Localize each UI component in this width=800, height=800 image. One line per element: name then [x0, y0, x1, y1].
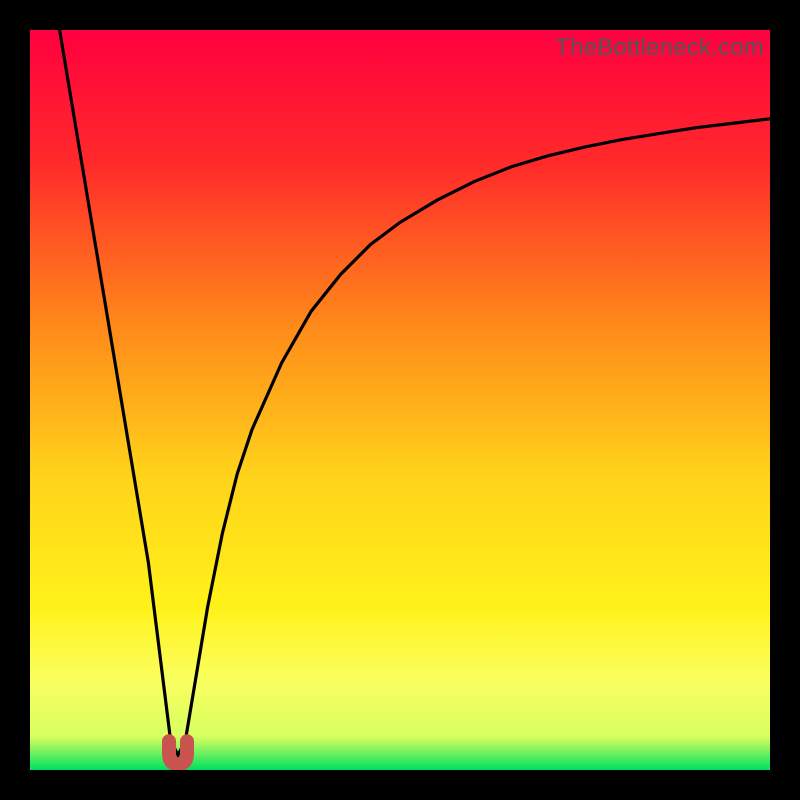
chart-frame: TheBottleneck.com	[30, 30, 770, 770]
gradient-background	[30, 30, 770, 770]
chart-svg	[30, 30, 770, 770]
watermark-text: TheBottleneck.com	[555, 34, 764, 62]
